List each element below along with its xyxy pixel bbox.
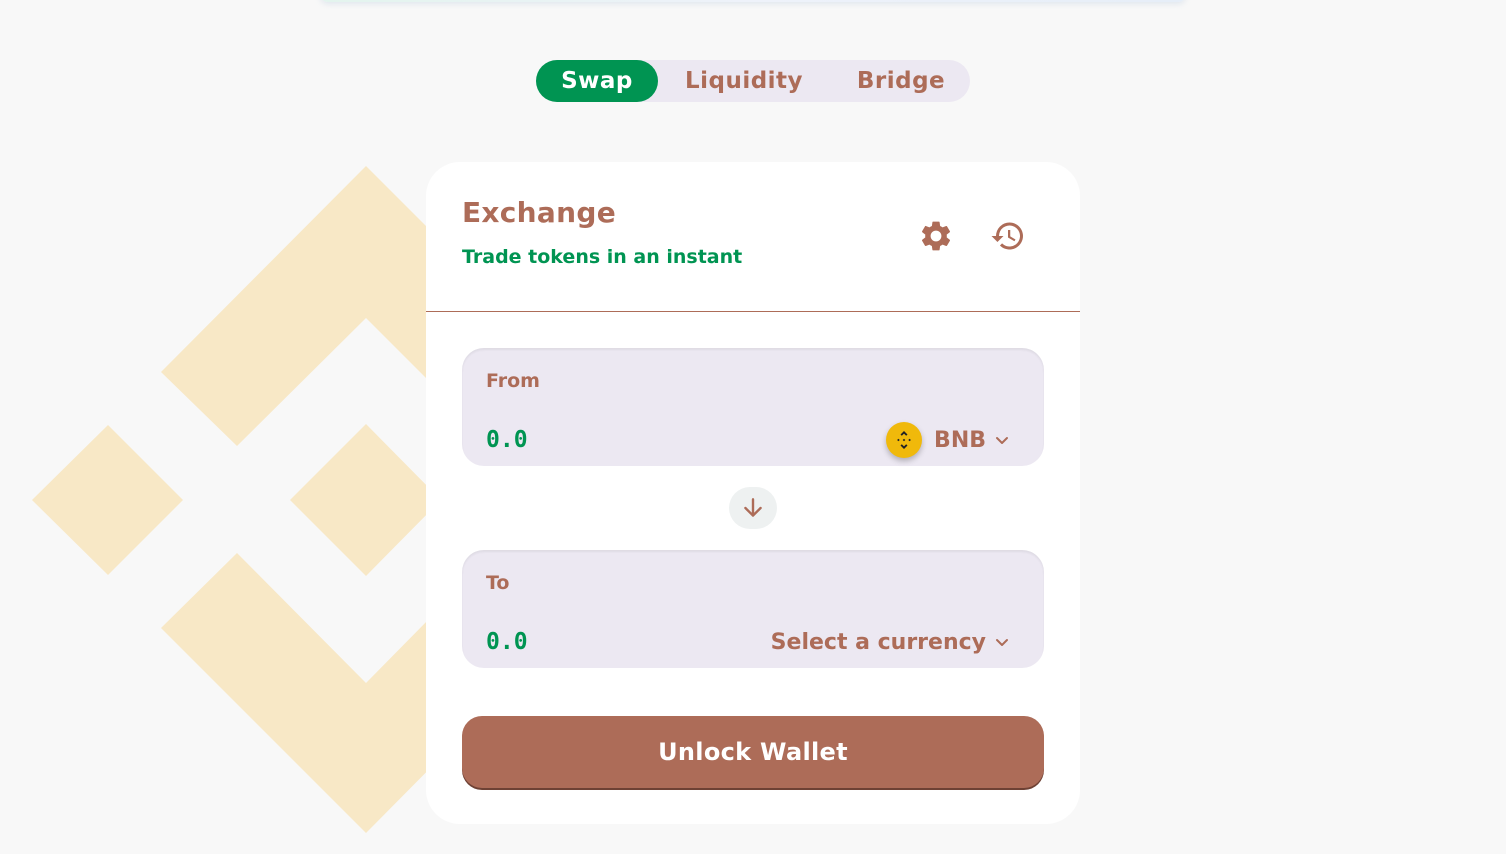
chevron-down-icon — [996, 639, 1008, 646]
from-panel: From BNB — [462, 348, 1044, 466]
from-amount-input[interactable] — [486, 424, 806, 456]
to-label: To — [486, 572, 510, 594]
bnb-logo-icon — [897, 431, 911, 449]
settings-button[interactable] — [918, 218, 954, 254]
history-button[interactable] — [990, 218, 1026, 254]
from-label: From — [486, 370, 540, 392]
bnb-coin-icon — [886, 422, 923, 458]
header-divider — [426, 311, 1080, 312]
to-amount-input[interactable] — [486, 626, 806, 658]
swap-direction-button[interactable] — [729, 487, 777, 529]
exchange-title: Exchange — [462, 196, 616, 229]
unlock-wallet-button[interactable]: Unlock Wallet — [462, 716, 1044, 788]
chevron-down-icon — [996, 437, 1008, 444]
history-icon — [991, 222, 1023, 250]
exchange-subtitle: Trade tokens in an instant — [462, 246, 743, 268]
to-currency-label: Select a currency — [770, 629, 986, 655]
from-currency-label: BNB — [934, 427, 986, 453]
nav-tabs: Swap Liquidity Bridge — [536, 60, 970, 102]
tab-bridge[interactable]: Bridge — [832, 60, 970, 102]
gear-icon — [921, 221, 951, 251]
to-currency-selector[interactable]: Select a currency — [771, 624, 1010, 660]
exchange-card: Exchange Trade tokens in an instant From — [426, 162, 1080, 824]
to-panel: To Select a currency — [462, 550, 1044, 668]
from-currency-selector[interactable]: BNB — [886, 422, 1010, 458]
tab-liquidity[interactable]: Liquidity — [666, 60, 822, 102]
arrow-down-icon — [744, 498, 762, 517]
tab-swap[interactable]: Swap — [536, 60, 658, 102]
